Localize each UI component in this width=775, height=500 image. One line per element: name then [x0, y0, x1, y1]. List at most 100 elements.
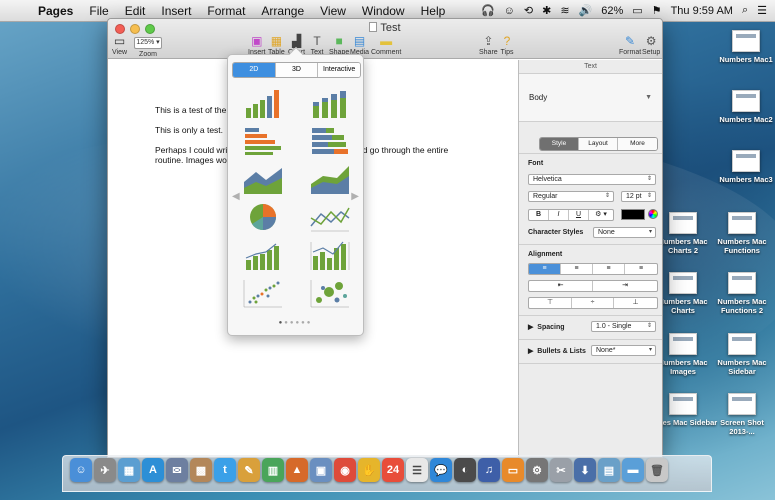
volume-icon[interactable]: 🔊 — [579, 4, 593, 17]
contacts-icon[interactable]: ☺ — [504, 5, 515, 17]
calendar-icon[interactable]: 24 — [382, 458, 404, 482]
documents-icon[interactable]: ▤ — [598, 458, 620, 482]
menu-insert[interactable]: Insert — [153, 4, 199, 18]
format-button[interactable]: ✎ Format — [619, 34, 641, 56]
text-button[interactable]: T Text — [310, 34, 324, 56]
tab-interactive[interactable]: Interactive — [318, 63, 360, 77]
insert-button[interactable]: ▣ Insert — [248, 34, 266, 56]
align-bottom-button[interactable]: ⊥ — [614, 298, 657, 308]
page-indicator[interactable]: ●●●●●● — [228, 320, 363, 326]
media-button[interactable]: ▤ Media — [350, 34, 369, 56]
spacing-section[interactable]: ▶ Spacing — [528, 323, 565, 331]
chrome-icon[interactable]: ◉ — [334, 458, 356, 482]
finder-icon[interactable]: ☺ — [70, 458, 92, 482]
system-preferences-icon[interactable]: ⚙ — [526, 458, 548, 482]
character-styles-select[interactable]: None ▾ — [593, 227, 656, 238]
align-justify-button[interactable]: ≡ — [625, 264, 657, 274]
desktop-icon[interactable]: Numbers Mac2 — [711, 90, 775, 124]
zoom-control[interactable]: 125% ▾ Zoom — [134, 37, 162, 58]
chart-type-bubble[interactable] — [307, 278, 353, 308]
underline-button[interactable]: U — [569, 210, 589, 220]
battery-percent[interactable]: 62% — [601, 5, 623, 17]
chart-type-scatter[interactable] — [240, 278, 286, 308]
bullets-select[interactable]: None* ▾ — [591, 345, 656, 356]
photo-icon[interactable]: ▩ — [190, 458, 212, 482]
tab-style[interactable]: Style — [540, 138, 579, 150]
desktop-icon[interactable]: Screen Shot 2013-... — [707, 393, 775, 436]
menu-app[interactable]: Pages — [30, 4, 81, 18]
menu-format[interactable]: Format — [199, 4, 253, 18]
downloads-icon[interactable]: ⬇ — [574, 458, 596, 482]
tab-more[interactable]: More — [618, 138, 657, 150]
chart-type-area[interactable] — [240, 164, 286, 194]
menu-arrange[interactable]: Arrange — [253, 4, 312, 18]
stepper-icon[interactable]: ⇕ — [647, 192, 652, 201]
align-right-button[interactable]: ≡ — [593, 264, 625, 274]
font-size-stepper[interactable]: 12 pt ⇕ — [621, 191, 656, 202]
chart-type-stacked-column[interactable] — [307, 88, 353, 118]
desktop-icon[interactable]: Numbers Mac Functions 2 — [707, 272, 775, 315]
text-color-well[interactable] — [621, 209, 645, 220]
paragraph-style-picker[interactable]: Body ▼ — [519, 74, 662, 122]
chart-type-pie[interactable] — [240, 202, 286, 232]
menu-file[interactable]: File — [81, 4, 116, 18]
shape-button[interactable]: ■ Shape — [329, 34, 349, 56]
align-top-button[interactable]: ⊤ — [529, 298, 572, 308]
app-store-icon[interactable]: A — [142, 458, 164, 482]
align-left-button[interactable]: ≡ — [529, 264, 561, 274]
comment-button[interactable]: ▬ Comment — [371, 34, 401, 56]
numbers-icon[interactable]: ▥ — [262, 458, 284, 482]
preview-icon[interactable]: ▣ — [310, 458, 332, 482]
twitter-icon[interactable]: t — [214, 458, 236, 482]
mission-control-icon[interactable]: ▦ — [118, 458, 140, 482]
decrease-indent-button[interactable]: ⇤ — [529, 281, 593, 291]
stickies-icon[interactable]: ✋ — [358, 458, 380, 482]
spotlight-icon[interactable]: ⌕ — [742, 4, 748, 17]
chart-type-stacked-area[interactable] — [307, 164, 353, 194]
font-weight-select[interactable]: Regular ⇕ — [528, 191, 614, 202]
desktop-icon[interactable]: Numbers Mac1 — [711, 30, 775, 64]
chart-type-column[interactable] — [240, 88, 286, 118]
chart-type-stacked-bar[interactable] — [307, 126, 353, 156]
headphones-icon[interactable]: 🎧 — [481, 4, 495, 17]
reminders-icon[interactable]: ☰ — [406, 458, 428, 482]
align-middle-button[interactable]: ÷ — [572, 298, 614, 308]
desktop-icon[interactable]: Numbers Mac Sidebar — [707, 333, 775, 376]
chart-type-bar[interactable] — [240, 126, 286, 156]
menu-window[interactable]: Window — [354, 4, 413, 18]
flag-icon[interactable]: ⚑ — [652, 4, 662, 17]
tips-button[interactable]: ? Tips — [500, 34, 514, 56]
trash-icon[interactable]: 🗑 — [646, 458, 668, 482]
notification-center-icon[interactable]: ☰ — [757, 4, 767, 17]
wifi-icon[interactable]: ≋ — [560, 4, 569, 17]
tab-2d[interactable]: 2D — [233, 63, 276, 77]
desktop-icon[interactable]: Numbers Mac Functions — [707, 212, 775, 255]
view-button[interactable]: ▭ View — [112, 34, 127, 56]
color-wheel-icon[interactable] — [648, 209, 658, 219]
bullets-section[interactable]: ▶ Bullets & Lists — [528, 347, 586, 355]
share-button[interactable]: ⇪ Share — [479, 34, 498, 56]
ibooks-icon[interactable]: ▭ — [502, 458, 524, 482]
table-button[interactable]: ▦ Table — [268, 34, 285, 56]
chart-type-line[interactable] — [307, 202, 353, 232]
facetime-icon[interactable]: ◐ — [454, 458, 476, 482]
menu-help[interactable]: Help — [413, 4, 454, 18]
bold-button[interactable]: B — [529, 210, 549, 220]
launchpad-icon[interactable]: ✈ — [94, 458, 116, 482]
folder-icon[interactable]: ▬ — [622, 458, 644, 482]
previous-page-icon[interactable]: ◀ — [232, 191, 240, 202]
chart-type-column-line[interactable] — [240, 240, 286, 270]
timemachine-icon[interactable]: ⟲ — [524, 4, 533, 17]
font-family-select[interactable]: Helvetica ⇕ — [528, 174, 656, 185]
setup-button[interactable]: ⚙ Setup — [642, 34, 660, 56]
tab-layout[interactable]: Layout — [579, 138, 618, 150]
battery-icon[interactable]: ▭ — [632, 4, 642, 17]
itunes-icon[interactable]: ♫ — [478, 458, 500, 482]
menu-clock[interactable]: Thu 9:59 AM — [671, 5, 733, 17]
mail-icon[interactable]: ✉ — [166, 458, 188, 482]
text-options-button[interactable]: ⚙ ▾ — [589, 210, 613, 220]
messages-icon[interactable]: 💬 — [430, 458, 452, 482]
align-center-button[interactable]: ≡ — [561, 264, 593, 274]
pages-icon[interactable]: ✎ — [238, 458, 260, 482]
tab-3d[interactable]: 3D — [275, 63, 319, 77]
